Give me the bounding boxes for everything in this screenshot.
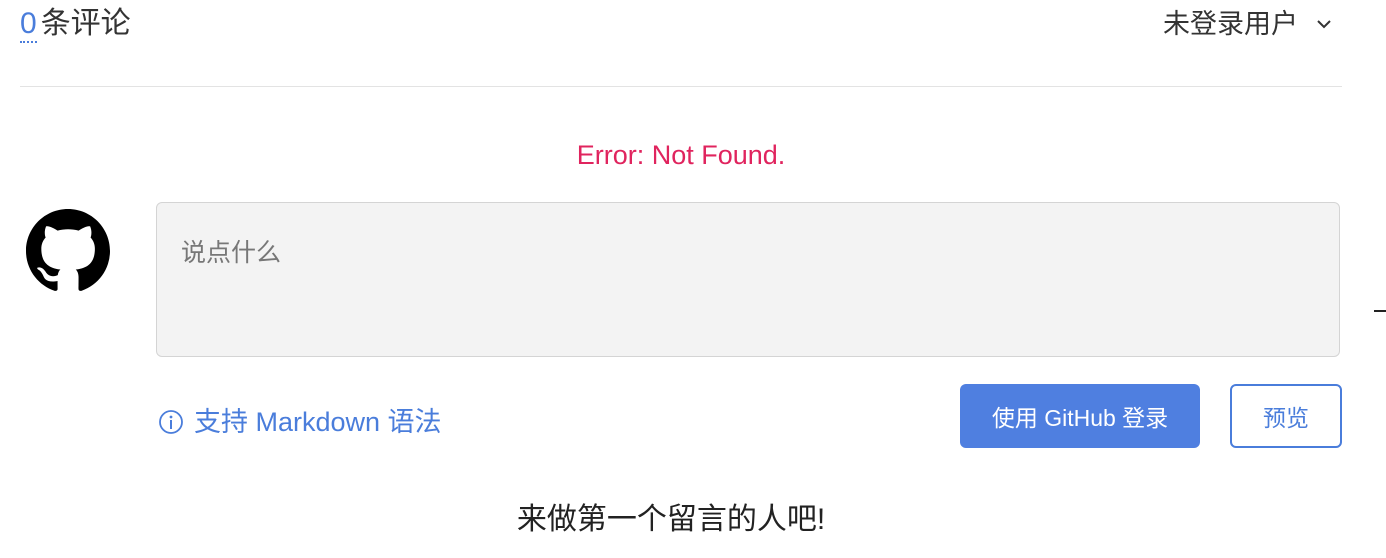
preview-button[interactable]: 预览	[1230, 384, 1342, 448]
github-icon	[26, 209, 110, 291]
empty-state-message: 来做第一个留言的人吧!	[516, 503, 826, 536]
github-login-button[interactable]: 使用 GitHub 登录	[960, 384, 1200, 448]
user-menu-label: 未登录用户	[1163, 9, 1298, 39]
comment-count: 0 条评论	[20, 4, 131, 44]
user-menu-dropdown[interactable]: 未登录用户	[1163, 6, 1332, 42]
comments-header: 0 条评论 未登录用户	[20, 0, 1342, 87]
comments-widget: 0条评论 未登录用户 Error: Not Found. 支持 Markdown…	[0, 0, 1386, 558]
comment-count-number[interactable]: 0	[20, 7, 37, 43]
markdown-tip-link[interactable]: 支持 Markdown 语法	[158, 404, 442, 440]
info-icon	[159, 410, 183, 434]
markdown-tip-label: 支持 Markdown 语法	[194, 407, 442, 437]
error-message: Error: Not Found.	[576, 140, 786, 170]
chevron-down-icon	[1317, 20, 1331, 29]
comment-input[interactable]	[156, 202, 1340, 357]
comment-count-label: 条评论	[40, 7, 131, 40]
edge-marker	[1374, 310, 1386, 312]
